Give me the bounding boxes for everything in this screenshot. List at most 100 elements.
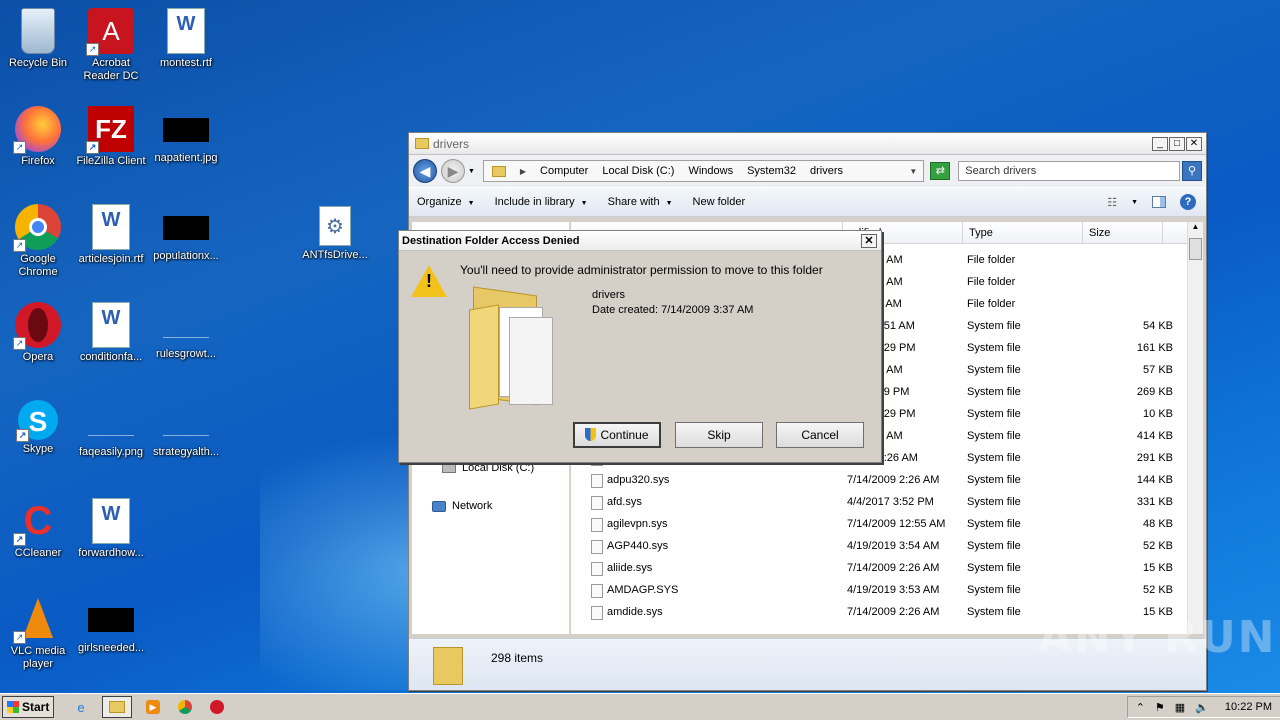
breadcrumb-computer[interactable]: Computer — [540, 165, 588, 177]
skip-button[interactable]: Skip — [675, 422, 763, 448]
desktop-icon-label: Recycle Bin — [8, 57, 68, 69]
table-row[interactable]: AMDAGP.SYS 4/19/2019 3:53 AM System file 52… — [571, 580, 1187, 602]
vlc-icon: ↗ — [13, 596, 61, 644]
continue-button[interactable]: Continue — [573, 422, 661, 448]
minimize-button[interactable]: _ — [1152, 136, 1168, 151]
breadcrumb-system32[interactable]: System32 — [747, 165, 796, 177]
scroll-up-icon[interactable]: ▲ — [1188, 222, 1203, 231]
desktop-icon-label: player — [23, 658, 53, 670]
view-options-icon[interactable]: ☷ — [1107, 196, 1117, 209]
chevron-down-icon[interactable]: ▼ — [468, 168, 475, 175]
breadcrumb-windows[interactable]: Windows — [688, 165, 733, 177]
desktop-icon-articlesjoin[interactable]: W articlesjoin.rtf — [73, 204, 149, 266]
opera-icon[interactable] — [206, 696, 228, 718]
desktop-icon-antfsdrive[interactable]: ⚙ ANTfsDrive... — [297, 206, 373, 262]
breadcrumb-drivers[interactable]: drivers — [810, 165, 843, 177]
image-file-icon — [88, 414, 134, 436]
desktop-icon-vlc[interactable]: ↗ VLC media player — [0, 596, 76, 671]
desktop-icon-label: Firefox — [21, 155, 55, 167]
desktop-icon-forwardhow[interactable]: W forwardhow... — [73, 498, 149, 560]
include-in-library-button[interactable]: Include in library ▼ — [495, 196, 588, 208]
desktop-icon-girlsneeded[interactable]: girlsneeded... — [73, 596, 149, 655]
cancel-button[interactable]: Cancel — [776, 422, 864, 448]
desktop-icon-label: Opera — [22, 351, 54, 363]
new-folder-button[interactable]: New folder — [693, 196, 746, 208]
chevron-right-icon[interactable]: ▶ — [520, 167, 526, 176]
desktop-icon-chrome[interactable]: ↗ Google Chrome — [0, 204, 76, 279]
network-icon[interactable]: ▦ — [1175, 701, 1185, 714]
column-header-size[interactable]: Size — [1083, 222, 1163, 244]
desktop-icon-label: faqeasily.png — [78, 446, 143, 458]
cell-date: 4/19/2019 3:54 AM — [847, 540, 940, 552]
desktop-icon-opera[interactable]: ↗ Opera — [0, 302, 76, 364]
desktop-icon-ccleaner[interactable]: C ↗ CCleaner — [0, 498, 76, 560]
table-row[interactable]: afd.sys 4/4/2017 3:52 PM System file 331 KB — [571, 492, 1187, 514]
table-row[interactable]: AGP440.sys 4/19/2019 3:54 AM System file 52… — [571, 536, 1187, 558]
desktop-icon-conditionfa[interactable]: W conditionfa... — [73, 302, 149, 364]
close-button[interactable]: ✕ — [1186, 136, 1202, 151]
desktop-icon-populationx[interactable]: populationx... — [148, 204, 224, 263]
cell-size: 291 KB — [1136, 452, 1173, 464]
chrome-icon[interactable] — [174, 696, 196, 718]
system-file-icon — [591, 496, 603, 510]
desktop-icon-montest[interactable]: W montest.rtf — [148, 8, 224, 70]
address-bar[interactable]: ▶ Computer Local Disk (C:) Windows Syste… — [482, 160, 925, 182]
cell-type: System file — [967, 606, 1021, 618]
desktop-icon-recycle-bin[interactable]: Recycle Bin — [0, 8, 76, 70]
desktop-icon-rulesgrowt[interactable]: rulesgrowt... — [148, 302, 224, 361]
image-file-icon — [163, 316, 209, 338]
nav-item-network[interactable]: Network — [432, 500, 492, 512]
table-row[interactable]: adpu320.sys 7/14/2009 2:26 AM System file 1… — [571, 470, 1187, 492]
cell-size: 48 KB — [1143, 518, 1173, 530]
flag-icon[interactable]: ⚑ — [1155, 701, 1165, 714]
clock[interactable]: 10:22 PM — [1225, 701, 1272, 713]
dialog-item-date: Date created: 7/14/2009 3:37 AM — [592, 304, 754, 316]
table-row[interactable]: agilevpn.sys 7/14/2009 12:55 AM System fil… — [571, 514, 1187, 536]
folder-icon — [109, 701, 125, 713]
desktop-icon-napatient[interactable]: napatient.jpg — [148, 106, 224, 165]
desktop-icon-skype[interactable]: S ↗ Skype — [0, 400, 76, 456]
cell-size: 52 KB — [1143, 540, 1173, 552]
desktop-icon-label: Reader DC — [83, 70, 139, 82]
nav-item-local-disk[interactable]: Local Disk (C:) — [442, 462, 534, 474]
start-button[interactable]: Start — [2, 696, 54, 718]
cell-name: amdide.sys — [607, 606, 663, 618]
internet-explorer-icon[interactable]: e — [70, 696, 92, 718]
desktop-icon-firefox[interactable]: ↗ Firefox — [0, 106, 76, 168]
cell-type: System file — [967, 320, 1021, 332]
media-player-icon[interactable]: ▶ — [142, 696, 164, 718]
dialog-close-button[interactable]: ✕ — [861, 233, 877, 248]
forward-button[interactable]: ▶ — [440, 159, 465, 183]
back-button[interactable]: ◀ — [413, 159, 437, 183]
dialog-titlebar[interactable]: Destination Folder Access Denied ✕ — [399, 231, 881, 251]
explorer-taskbar-button[interactable] — [102, 696, 132, 718]
search-input[interactable]: Search drivers — [958, 161, 1181, 181]
show-hidden-icons-icon[interactable]: ⌃ — [1136, 701, 1145, 714]
chevron-down-icon[interactable]: ▼ — [1131, 199, 1138, 206]
search-icon[interactable]: ⚲ — [1182, 161, 1202, 181]
dialog-title: Destination Folder Access Denied — [402, 234, 580, 247]
explorer-titlebar[interactable]: drivers _ □ ✕ — [409, 133, 1206, 155]
maximize-button[interactable]: □ — [1169, 136, 1185, 151]
chevron-down-icon[interactable]: ▼ — [909, 167, 917, 176]
organize-button[interactable]: Organize ▼ — [417, 196, 475, 208]
desktop-icon-faqeasily[interactable]: faqeasily.png — [73, 400, 149, 459]
vertical-scrollbar[interactable]: ▲ — [1187, 222, 1203, 634]
column-header-type[interactable]: Type — [963, 222, 1083, 244]
scrollbar-thumb[interactable] — [1189, 238, 1202, 260]
desktop-icon-acrobat[interactable]: A ↗ Acrobat Reader DC — [73, 8, 149, 83]
cell-type: System file — [967, 496, 1021, 508]
command-bar: Organize ▼ Include in library ▼ Share with… — [409, 187, 1206, 217]
desktop-icon-label: Google — [20, 253, 56, 265]
share-with-button[interactable]: Share with ▼ — [608, 196, 673, 208]
desktop-icon-filezilla[interactable]: FZ ↗ FileZilla Client — [73, 106, 149, 168]
preview-pane-icon[interactable] — [1152, 196, 1166, 208]
desktop-icon-label: VLC media — [10, 645, 66, 657]
refresh-button[interactable]: ⇄ — [930, 162, 951, 180]
help-icon[interactable]: ? — [1180, 194, 1196, 210]
breadcrumb-local-disk[interactable]: Local Disk (C:) — [602, 165, 674, 177]
table-row[interactable]: aliide.sys 7/14/2009 2:26 AM System file 15… — [571, 558, 1187, 580]
system-file-icon — [591, 540, 603, 554]
volume-icon[interactable]: 🔈 — [1195, 701, 1209, 714]
desktop-icon-strategyalth[interactable]: strategyalth... — [148, 400, 224, 459]
